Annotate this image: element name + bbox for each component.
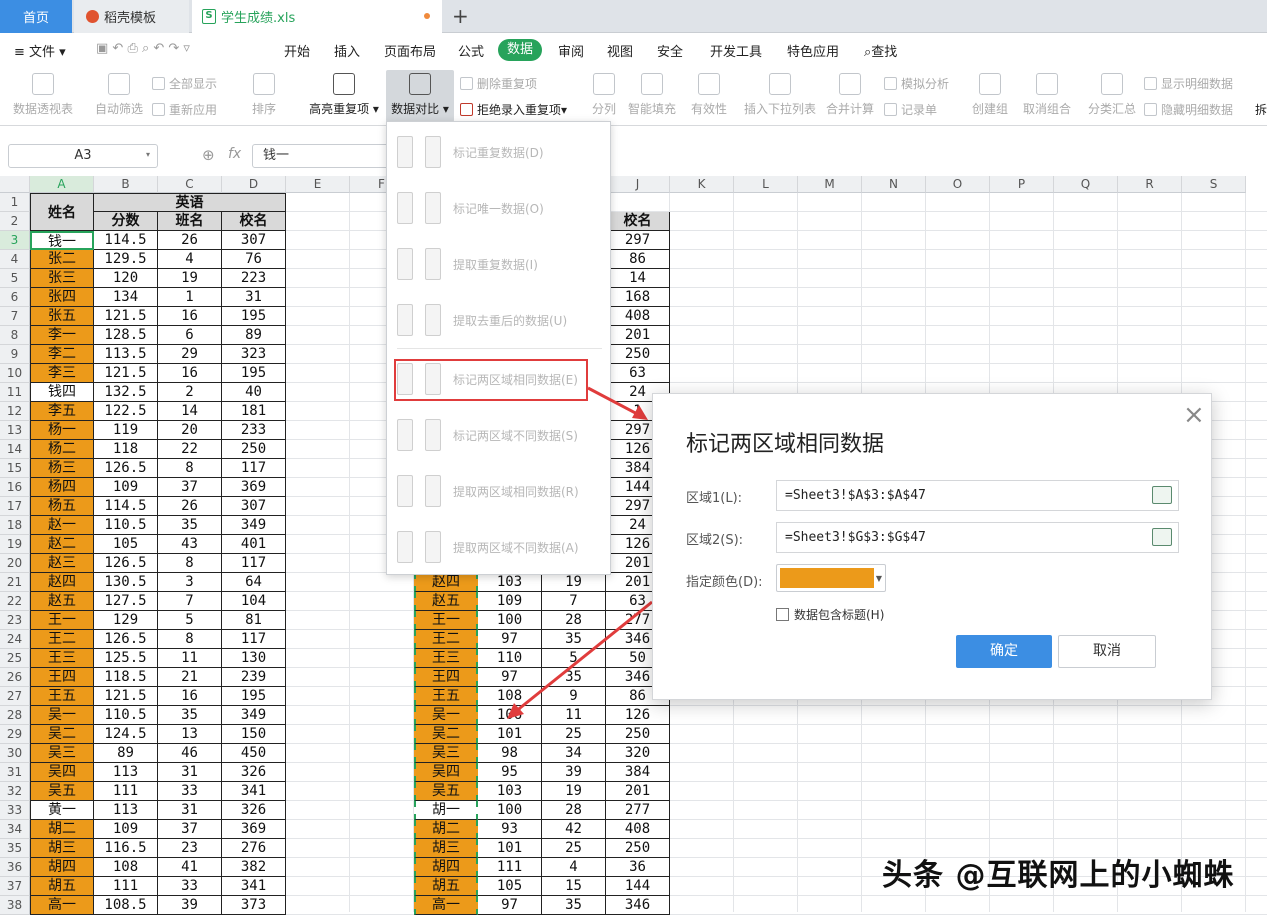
color-label: 指定颜色(D): [686, 575, 763, 590]
area2-label: 区域2(S): [686, 533, 744, 548]
area1-label: 区域1(L): [686, 491, 743, 506]
watermark: 头条 @互联网上的小蜘蛛 [882, 858, 1235, 893]
close-icon[interactable]: × [1183, 402, 1205, 428]
area1-value: =Sheet3!$A$3:$A$47 [785, 488, 926, 503]
mark-same-data-dialog: 标记两区域相同数据 × 区域1(L): =Sheet3!$A$3:$A$47 区… [652, 393, 1212, 700]
color-select[interactable]: ▼ [776, 564, 886, 592]
arrow-line-1 [587, 386, 642, 418]
include-header-label: 数据包含标题(H) [794, 608, 885, 622]
include-header-checkbox[interactable] [776, 608, 789, 621]
chevron-down-icon: ▼ [875, 574, 882, 583]
color-swatch [780, 568, 874, 588]
dialog-title: 标记两区域相同数据 [686, 432, 885, 457]
arrow-line-2 [514, 600, 653, 714]
area1-input[interactable]: =Sheet3!$A$3:$A$47 [776, 480, 1179, 511]
ok-button[interactable]: 确定 [956, 635, 1052, 668]
range-picker-icon[interactable] [1152, 486, 1172, 504]
cancel-button[interactable]: 取消 [1058, 635, 1156, 668]
range-picker-icon[interactable] [1152, 528, 1172, 546]
area2-input[interactable]: =Sheet3!$G$3:$G$47 [776, 522, 1179, 553]
area2-value: =Sheet3!$G$3:$G$47 [785, 530, 926, 545]
